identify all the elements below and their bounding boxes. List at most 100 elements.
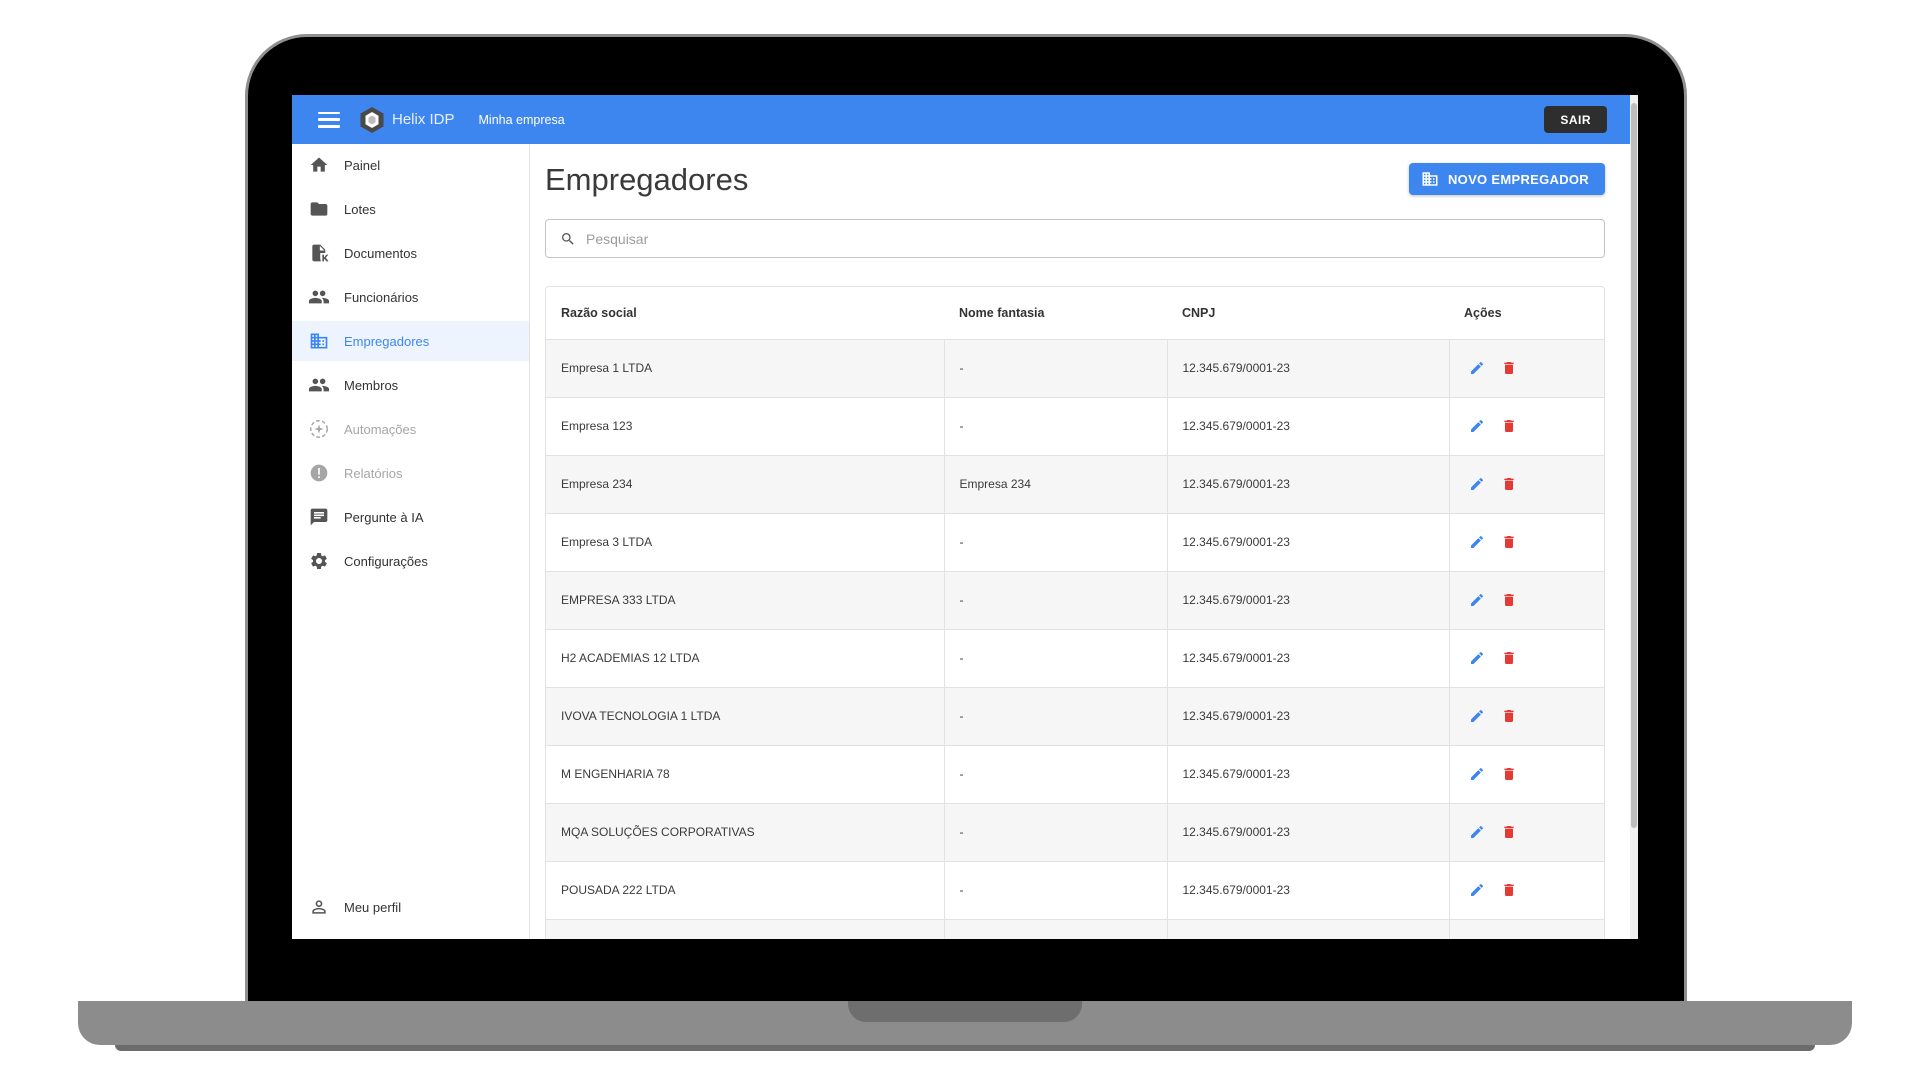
table-row[interactable]: IVOVA TECNOLOGIA 1 LTDA -12.345.679/0001-… [546, 687, 1604, 746]
sidebar-item-relatorios[interactable]: Relatórios [292, 453, 529, 493]
cell-razao-social: EMPRESA 333 LTDA [546, 571, 945, 630]
sidebar-item-label: Documentos [344, 245, 417, 261]
cell-acoes [1449, 803, 1604, 862]
edit-icon[interactable] [1468, 881, 1486, 899]
edit-icon[interactable] [1468, 707, 1486, 725]
folder-icon [308, 198, 330, 220]
cell-acoes [1449, 455, 1605, 514]
cell-razao-social: Empresa 123 [546, 397, 945, 456]
table-row[interactable]: H2 ACADEMIAS 12 LTDA -12.345.679/0001-23 [546, 629, 1605, 688]
cell-cnpj: 12.345.679/0001-23 [1167, 803, 1450, 862]
cell-acoes [1449, 339, 1604, 398]
delete-icon[interactable] [1500, 707, 1518, 725]
cell-nome-fantasia: - [944, 571, 1168, 630]
header-nome-fantasia[interactable]: Nome fantasia [944, 287, 1167, 340]
edit-icon[interactable] [1468, 533, 1486, 551]
cell-cnpj: 12.345.679/0001-23 [1167, 687, 1450, 746]
table-row[interactable]: M ENGENHARIA 78-12.345.679/0001-23 [546, 745, 1605, 804]
edit-icon[interactable] [1468, 649, 1486, 667]
table-row[interactable] [546, 919, 1604, 939]
edit-icon[interactable] [1468, 591, 1486, 609]
hexagon-logo-icon [360, 106, 384, 133]
table-row[interactable]: Empresa 1 LTDA -12.345.679/0001-23 [546, 339, 1604, 398]
table-row[interactable]: Empresa 123-12.345.679/0001-23 [546, 397, 1604, 456]
cell-cnpj: 12.345.679/0001-23 [1167, 513, 1450, 572]
delete-icon[interactable] [1500, 823, 1518, 841]
sidebar-item-label: Lotes [344, 201, 376, 217]
laptop-notch [848, 1001, 1082, 1022]
cell-razao-social: IVOVA TECNOLOGIA 1 LTDA [546, 687, 945, 746]
cell-acoes [1449, 687, 1604, 746]
company-name: Minha empresa [478, 112, 565, 127]
sidebar-item-label: Automações [344, 421, 417, 437]
cell-acoes [1449, 397, 1604, 456]
sidebar-item-configuracoes[interactable]: Configurações [292, 541, 529, 581]
row-actions [1465, 765, 1605, 783]
search-field[interactable] [545, 219, 1605, 258]
cell-nome-fantasia [944, 919, 1168, 939]
cell-acoes [1449, 745, 1605, 804]
sidebar-item-documentos[interactable]: Documentos [292, 233, 529, 273]
cell-nome-fantasia: - [944, 629, 1168, 688]
table-header-row: Razão social Nome fantasia CNPJ Ações [546, 287, 1604, 340]
sidebar-item-funcionarios[interactable]: Funcionários [292, 277, 529, 317]
employers-table: Razão social Nome fantasia CNPJ Ações Em… [545, 286, 1605, 939]
delete-icon[interactable] [1500, 533, 1518, 551]
edit-icon[interactable] [1468, 823, 1486, 841]
table-row[interactable]: Empresa 3 LTDA -12.345.679/0001-23 [546, 513, 1604, 572]
delete-icon[interactable] [1500, 765, 1518, 783]
table-row[interactable]: POUSADA 222 LTDA -12.345.679/0001-23 [546, 861, 1604, 920]
sidebar-item-membros[interactable]: Membros [292, 365, 529, 405]
table-row[interactable]: Empresa 234 Empresa 234 12.345.679/0001-23 [546, 455, 1605, 514]
cell-nome-fantasia: - [944, 339, 1168, 398]
header-razao-social[interactable]: Razão social [546, 287, 944, 340]
delete-icon[interactable] [1500, 591, 1518, 609]
table-row[interactable]: MQA SOLUÇÕES CORPORATIVAS -12.345.679/000… [546, 803, 1604, 862]
cell-razao-social: Empresa 1 LTDA [546, 339, 945, 398]
delete-icon[interactable] [1500, 417, 1518, 435]
cell-cnpj: 12.345.679/0001-23 [1167, 455, 1450, 514]
sidebar-item-pergunte-ia[interactable]: Pergunte à IA [292, 497, 529, 537]
logo: Helix IDP [358, 106, 455, 134]
alert-icon [308, 462, 330, 484]
scrollbar[interactable] [1630, 95, 1638, 939]
cell-acoes [1449, 513, 1604, 572]
sidebar-item-lotes[interactable]: Lotes [292, 189, 529, 229]
cell-razao-social: Empresa 3 LTDA [546, 513, 945, 572]
delete-icon[interactable] [1500, 359, 1518, 377]
sidebar-item-label: Meu perfil [344, 899, 402, 915]
header-cnpj[interactable]: CNPJ [1167, 287, 1449, 340]
delete-icon[interactable] [1500, 881, 1518, 899]
logout-button[interactable]: SAIR [1544, 106, 1607, 133]
gear-icon [308, 550, 330, 572]
delete-icon[interactable] [1500, 649, 1518, 667]
new-employer-button[interactable]: NOVO EMPREGADOR [1408, 163, 1605, 195]
search-input[interactable] [586, 230, 1486, 247]
person-icon [308, 896, 330, 918]
row-actions [1465, 591, 1605, 609]
menu-icon[interactable] [318, 111, 340, 128]
cell-cnpj [1167, 919, 1450, 939]
sidebar-item-label: Funcionários [344, 289, 419, 305]
cell-razao-social: H2 ACADEMIAS 12 LTDA [546, 629, 945, 688]
table-row[interactable]: EMPRESA 333 LTDA -12.345.679/0001-23 [546, 571, 1605, 630]
page-title: Empregadores [545, 162, 749, 197]
row-actions [1465, 475, 1605, 493]
cell-acoes [1449, 919, 1604, 939]
edit-icon[interactable] [1468, 475, 1486, 493]
sidebar-item-empregadores[interactable]: Empregadores [292, 321, 529, 361]
delete-icon[interactable] [1500, 475, 1518, 493]
sidebar-item-label: Pergunte à IA [344, 509, 424, 525]
sidebar-item-label: Relatórios [344, 465, 403, 481]
edit-icon[interactable] [1468, 765, 1486, 783]
edit-icon[interactable] [1468, 359, 1486, 377]
cell-razao-social: MQA SOLUÇÕES CORPORATIVAS [546, 803, 945, 862]
sidebar-item-painel[interactable]: Painel [292, 145, 529, 185]
edit-icon[interactable] [1468, 417, 1486, 435]
sidebar: Painel Lotes Documentos Funcionários Emp… [292, 144, 530, 939]
scrollbar-thumb[interactable] [1631, 103, 1637, 828]
sidebar-item-automacoes[interactable]: Automações [292, 409, 529, 449]
sidebar-item-meu-perfil[interactable]: Meu perfil [292, 887, 529, 927]
chat-icon [308, 506, 330, 528]
row-actions [1465, 649, 1605, 667]
